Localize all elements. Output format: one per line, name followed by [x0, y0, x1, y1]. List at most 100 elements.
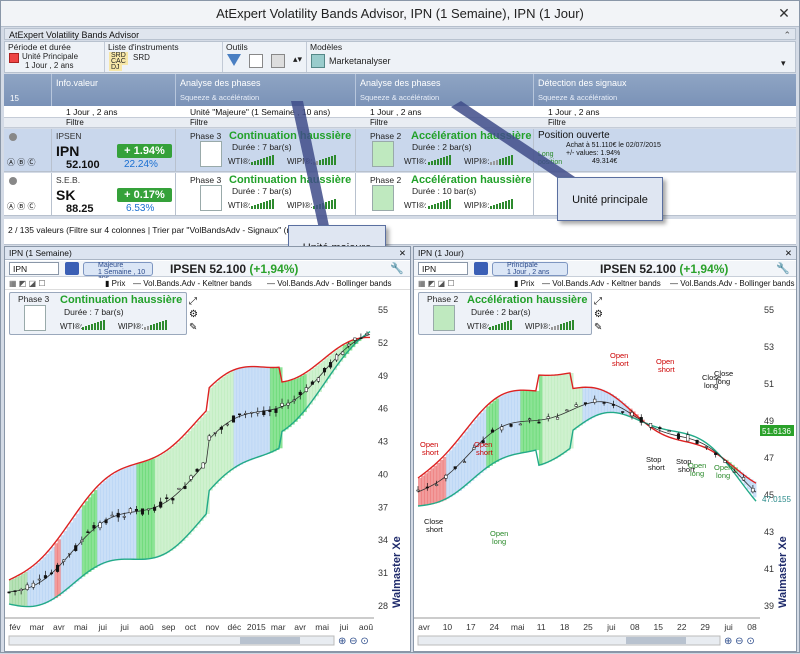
- x-tick-label: 11: [537, 622, 546, 632]
- x-tick-label: avr: [418, 622, 430, 632]
- x-tick-label: 25: [583, 622, 593, 632]
- last-price-value: 51.6136: [762, 427, 791, 436]
- candle-body: [677, 434, 680, 439]
- legend-bollinger-text: Vol.Bands.Adv - Bollinger bands: [277, 279, 391, 288]
- candle-body: [93, 525, 96, 528]
- y-tick-label: 46: [378, 404, 388, 414]
- candle-body: [593, 399, 596, 402]
- candle-body: [311, 382, 314, 385]
- candle-body: [184, 486, 187, 488]
- x-tick-label: 24: [490, 622, 500, 632]
- wrench-icon[interactable]: 🔧: [776, 262, 790, 275]
- candle-body: [147, 509, 150, 510]
- unit-majeure-badge[interactable]: Majeure1 Semaine , 10 ans: [83, 262, 153, 276]
- candle-body: [62, 560, 65, 562]
- symbol-input[interactable]: IPN: [418, 262, 468, 275]
- x-tick-label: oct: [185, 622, 197, 632]
- candle-body: [686, 435, 689, 441]
- y-tick-label: 34: [378, 535, 388, 545]
- x-tick-label: 2015: [247, 622, 266, 632]
- y-tick-label: 49: [764, 416, 774, 426]
- signal-annotation-sub: short: [612, 359, 630, 368]
- candle-body: [214, 432, 217, 433]
- daily-chart[interactable]: 555351494745434139Walmaster Xeavr101724m…: [414, 292, 796, 650]
- candle-body: [621, 412, 624, 413]
- x-tick-label: 15: [654, 622, 664, 632]
- candle-body: [435, 484, 438, 485]
- candle-body: [668, 431, 671, 432]
- panel-toolbar: IPN Principale1 Jour , 2 ans IPSEN 52.10…: [414, 261, 796, 277]
- candle-body: [190, 476, 193, 480]
- y-tick-label: 43: [764, 527, 774, 537]
- candle-body: [105, 520, 108, 523]
- x-tick-label: mai: [315, 622, 329, 632]
- candle-body: [519, 424, 522, 425]
- close-icon[interactable]: ✕: [785, 247, 792, 260]
- panel-title: IPN (1 Jour)✕: [414, 247, 796, 260]
- candle-body: [360, 338, 363, 339]
- candle-body: [445, 475, 448, 478]
- x-tick-label: 22: [677, 622, 687, 632]
- legend-price[interactable]: ▮ Prix: [105, 278, 125, 290]
- candle-body: [612, 404, 615, 405]
- weekly-chart[interactable]: 55524946434037343128Walmaster Xefévmarav…: [5, 292, 410, 650]
- x-tick-label: jui: [339, 622, 349, 632]
- panel-toolbar: IPN Majeure1 Semaine , 10 ans IPSEN 52.1…: [5, 261, 410, 277]
- book-icon[interactable]: [474, 262, 488, 275]
- scrollbar-thumb: [626, 637, 686, 644]
- x-tick-label: mar: [271, 622, 286, 632]
- candle-body: [135, 509, 138, 510]
- x-tick-label: aoû: [140, 622, 154, 632]
- x-tick-label: 18: [560, 622, 570, 632]
- candle-body: [317, 378, 320, 382]
- candle-body: [500, 427, 503, 430]
- x-tick-label: jui: [606, 622, 616, 632]
- legend-bollinger[interactable]: — Vol.Bands.Adv - Bollinger bands: [670, 278, 795, 290]
- y-tick-label: 52: [378, 338, 388, 348]
- candle-body: [165, 498, 168, 499]
- x-tick-label: avr: [53, 622, 65, 632]
- legend-price[interactable]: ▮ Prix: [514, 278, 534, 290]
- candle-body: [8, 592, 11, 593]
- candle-body: [733, 471, 736, 472]
- toolbar-icons[interactable]: ▦ ◩ ◪ ☐: [9, 278, 46, 290]
- legend-keltner[interactable]: — Vol.Bands.Adv - Keltner bands: [133, 278, 252, 290]
- candle-body: [696, 440, 699, 443]
- signal-annotation-sub: long: [690, 469, 704, 478]
- unit-principale-badge[interactable]: Principale1 Jour , 2 ans: [492, 262, 568, 276]
- candle-body: [99, 523, 102, 528]
- candle-body: [117, 513, 120, 517]
- y-tick-label: 28: [378, 601, 388, 611]
- x-tick-label: mai: [511, 622, 525, 632]
- legend-bollinger-text: Vol.Bands.Adv - Bollinger bands: [680, 279, 794, 288]
- candle-body: [232, 416, 235, 422]
- symbol-input[interactable]: IPN: [9, 262, 59, 275]
- y-tick-label: 41: [764, 564, 774, 574]
- candle-body: [341, 352, 344, 355]
- zoom-icons: ⊕ ⊖ ⊙: [338, 636, 369, 647]
- candle-body: [752, 488, 755, 492]
- legend-bollinger[interactable]: — Vol.Bands.Adv - Bollinger bands: [267, 278, 392, 290]
- candle-body: [178, 488, 181, 489]
- x-tick-label: déc: [228, 622, 242, 632]
- candle-body: [202, 463, 205, 468]
- book-icon[interactable]: [65, 262, 79, 275]
- panel-title-text: IPN (1 Semaine): [9, 248, 72, 258]
- close-icon[interactable]: ✕: [399, 247, 406, 260]
- toolbar-icons[interactable]: ▦ ◩ ◪ ☐: [418, 278, 455, 290]
- quote: IPSEN 52.100 (+1,94%): [170, 262, 298, 276]
- candle-body: [335, 355, 338, 360]
- candle-body: [354, 338, 357, 340]
- x-tick-label: jui: [119, 622, 129, 632]
- candle-body: [649, 423, 652, 427]
- wrench-icon[interactable]: 🔧: [390, 262, 404, 275]
- candle-body: [153, 507, 156, 510]
- candle-body: [250, 412, 253, 413]
- legend-keltner[interactable]: — Vol.Bands.Adv - Keltner bands: [542, 278, 661, 290]
- candle-body: [238, 414, 241, 415]
- candle-body: [159, 502, 162, 507]
- candle-body: [556, 417, 559, 419]
- candle-body: [659, 427, 662, 428]
- callout-principale: Unité principale: [557, 177, 663, 221]
- candle-body: [510, 424, 513, 426]
